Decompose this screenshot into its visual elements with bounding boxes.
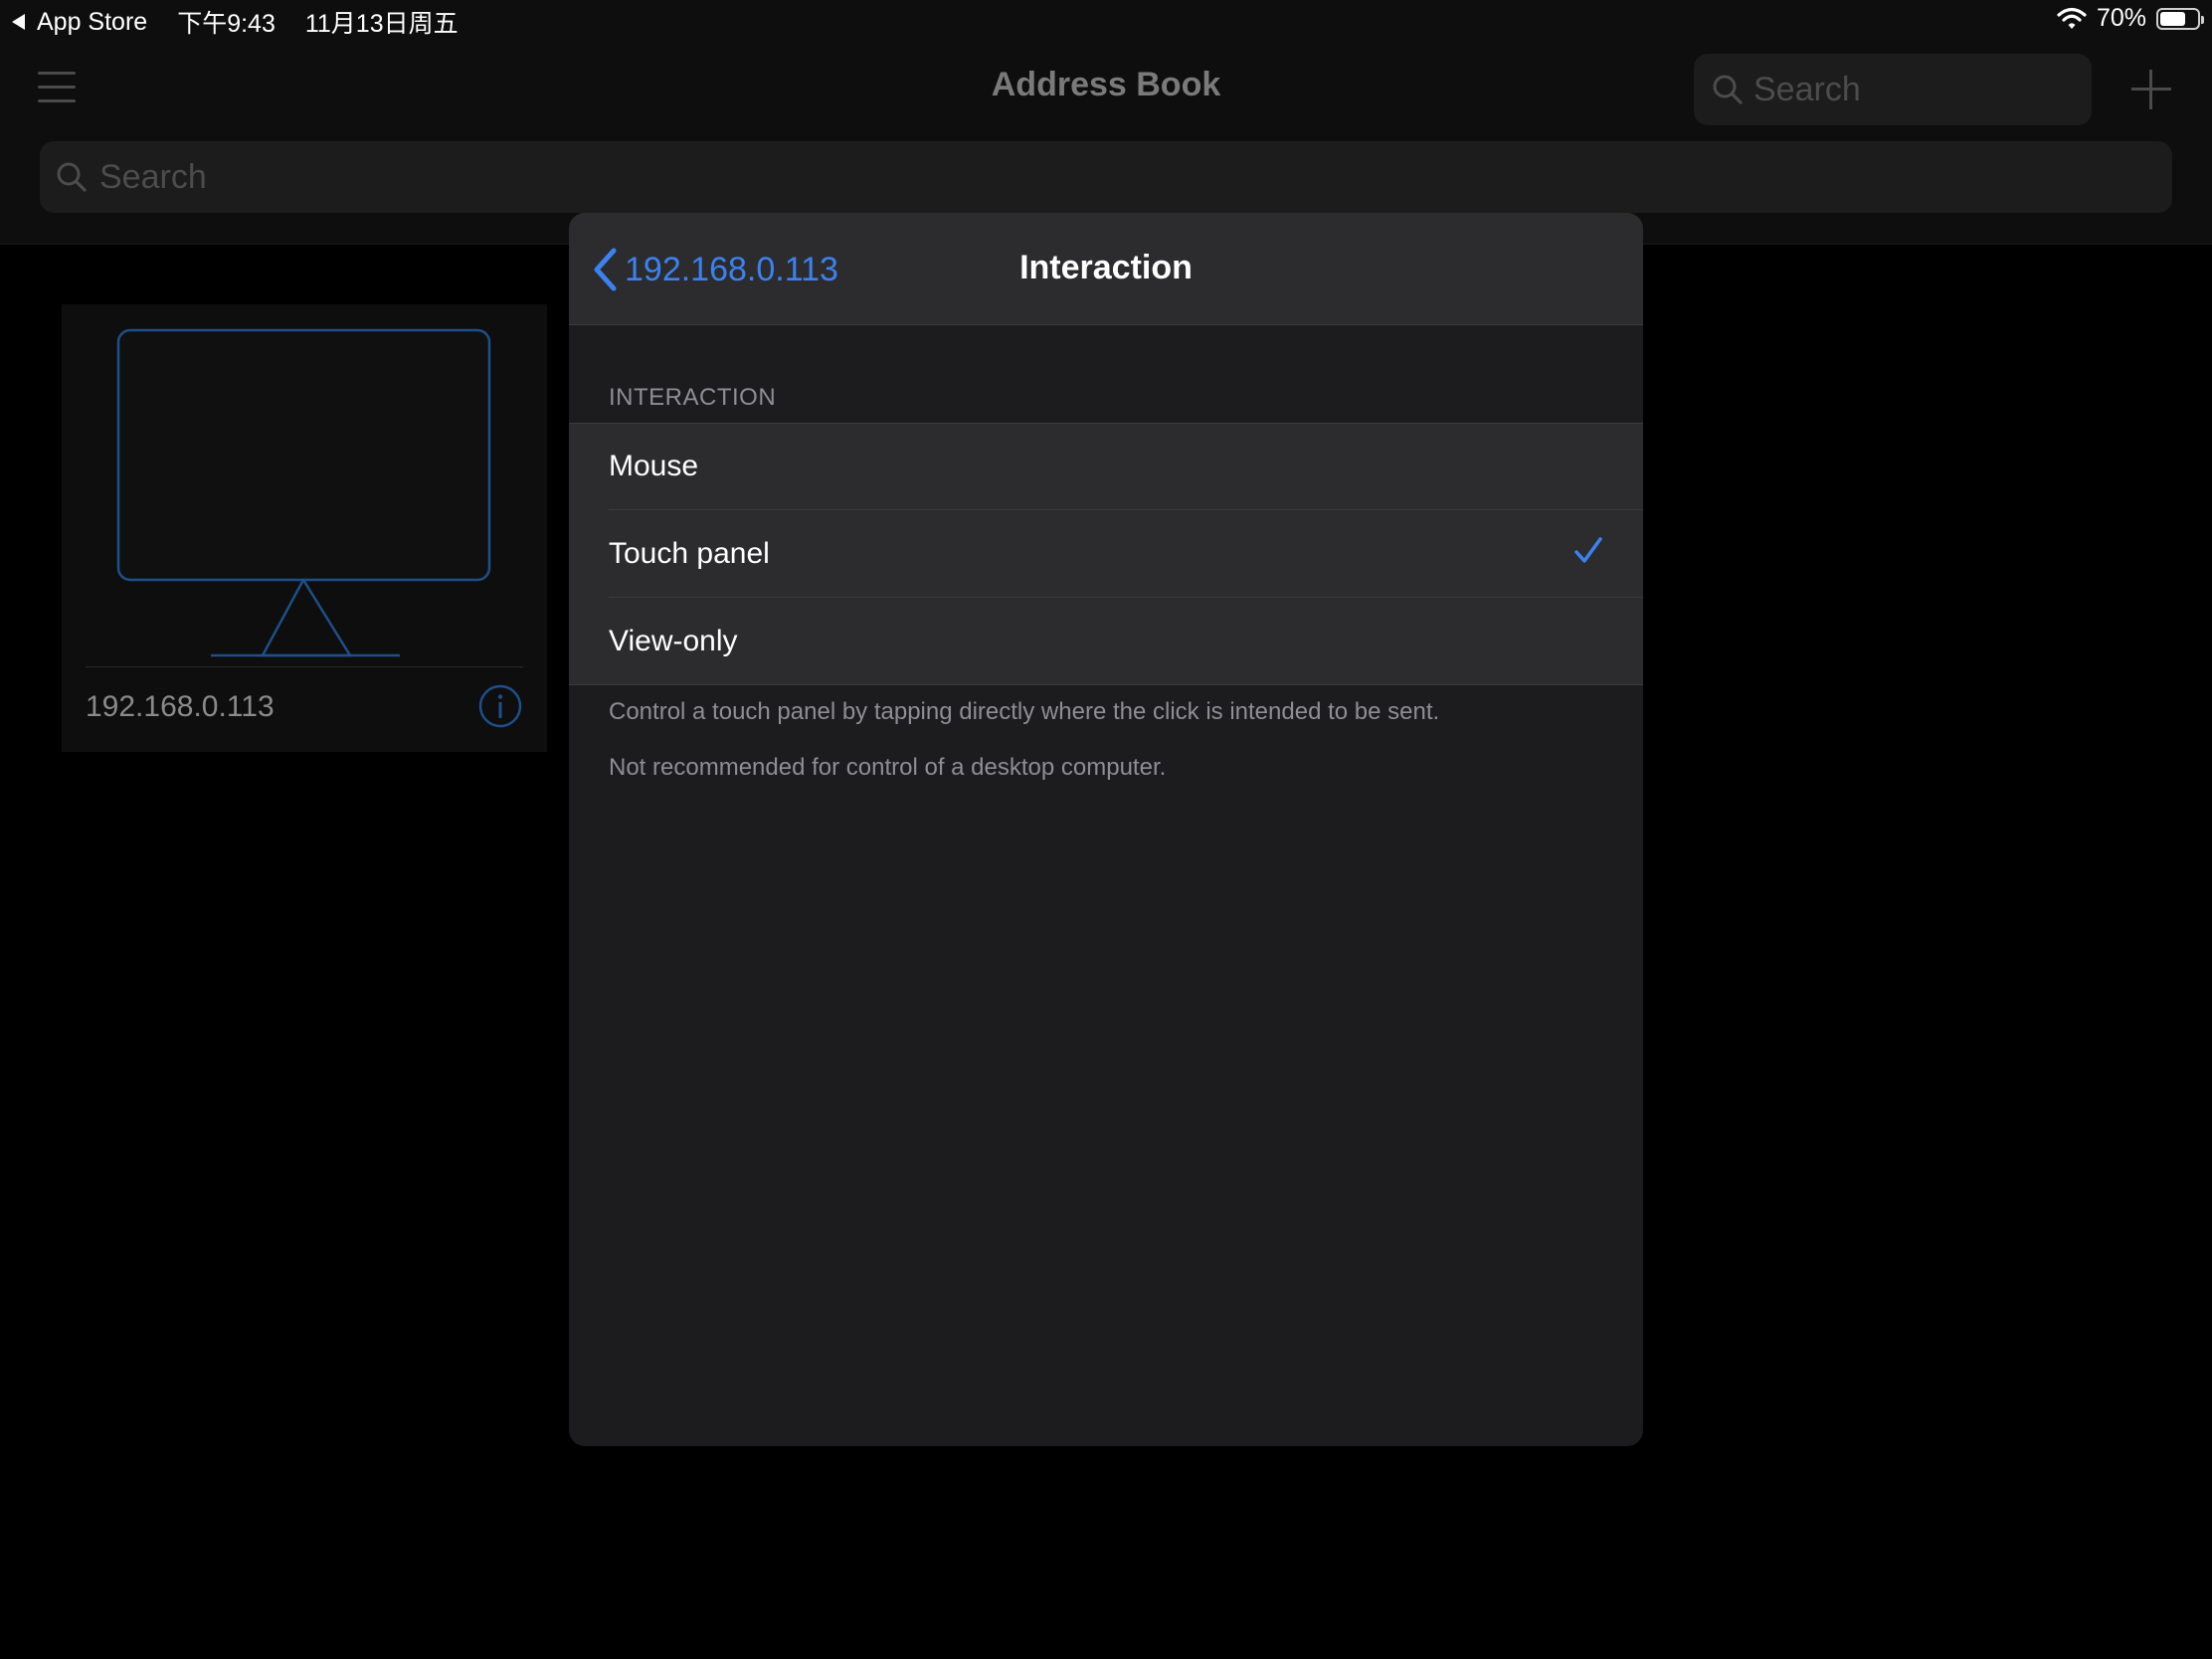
battery-fill (2160, 11, 2185, 26)
info-icon[interactable] (478, 684, 522, 728)
section-header: INTERACTION (609, 384, 777, 411)
option-touch-panel[interactable]: Touch panel (569, 510, 1643, 598)
screen: App Store 下午9:43 11月13日周五 70% Address Bo… (0, 0, 2212, 1659)
option-label: Mouse (609, 450, 699, 482)
option-view-only[interactable]: View-only (569, 598, 1643, 685)
search-icon (57, 162, 87, 192)
monitor-icon (116, 328, 491, 657)
back-triangle-icon (12, 14, 25, 30)
connection-label: 192.168.0.113 (86, 690, 275, 723)
option-label: View-only (609, 625, 738, 657)
sheet-nav-divider (569, 324, 1643, 325)
search-icon (1713, 75, 1743, 104)
checkmark-icon (1574, 537, 1602, 563)
search-bar[interactable]: Search (40, 141, 2172, 213)
option-mouse[interactable]: Mouse (569, 423, 1643, 510)
nav-search-field[interactable]: Search (1694, 54, 2092, 125)
connection-card[interactable]: 192.168.0.113 (62, 304, 547, 752)
group-bottom-line (569, 684, 1643, 685)
footer-note-line1: Control a touch panel by tapping directl… (609, 698, 1440, 725)
wifi-icon (2057, 7, 2087, 29)
sheet-nav-bar: 192.168.0.113 Interaction (569, 213, 1643, 324)
search-placeholder: Search (99, 158, 207, 196)
status-bar: App Store 下午9:43 11月13日周五 70% (0, 0, 2212, 40)
status-left[interactable]: App Store 下午9:43 11月13日周五 (12, 4, 459, 40)
footer-note-line2: Not recommended for control of a desktop… (609, 754, 1167, 781)
status-right: 70% (2057, 4, 2204, 33)
option-label: Touch panel (609, 537, 770, 570)
battery-icon (2156, 7, 2204, 30)
interaction-sheet: 192.168.0.113 Interaction INTERACTION Mo… (569, 213, 1643, 1446)
interaction-options: Mouse Touch panel View-only (569, 423, 1643, 685)
nav-search-placeholder: Search (1753, 71, 1861, 108)
status-date: 11月13日周五 (304, 10, 459, 38)
battery-percent: 70% (2096, 4, 2146, 32)
add-connection-button[interactable] (2131, 70, 2171, 109)
sheet-title: Interaction (1019, 249, 1193, 286)
card-divider (86, 666, 523, 667)
status-time: 下午9:43 (177, 10, 276, 38)
back-app-label: App Store (37, 7, 148, 36)
